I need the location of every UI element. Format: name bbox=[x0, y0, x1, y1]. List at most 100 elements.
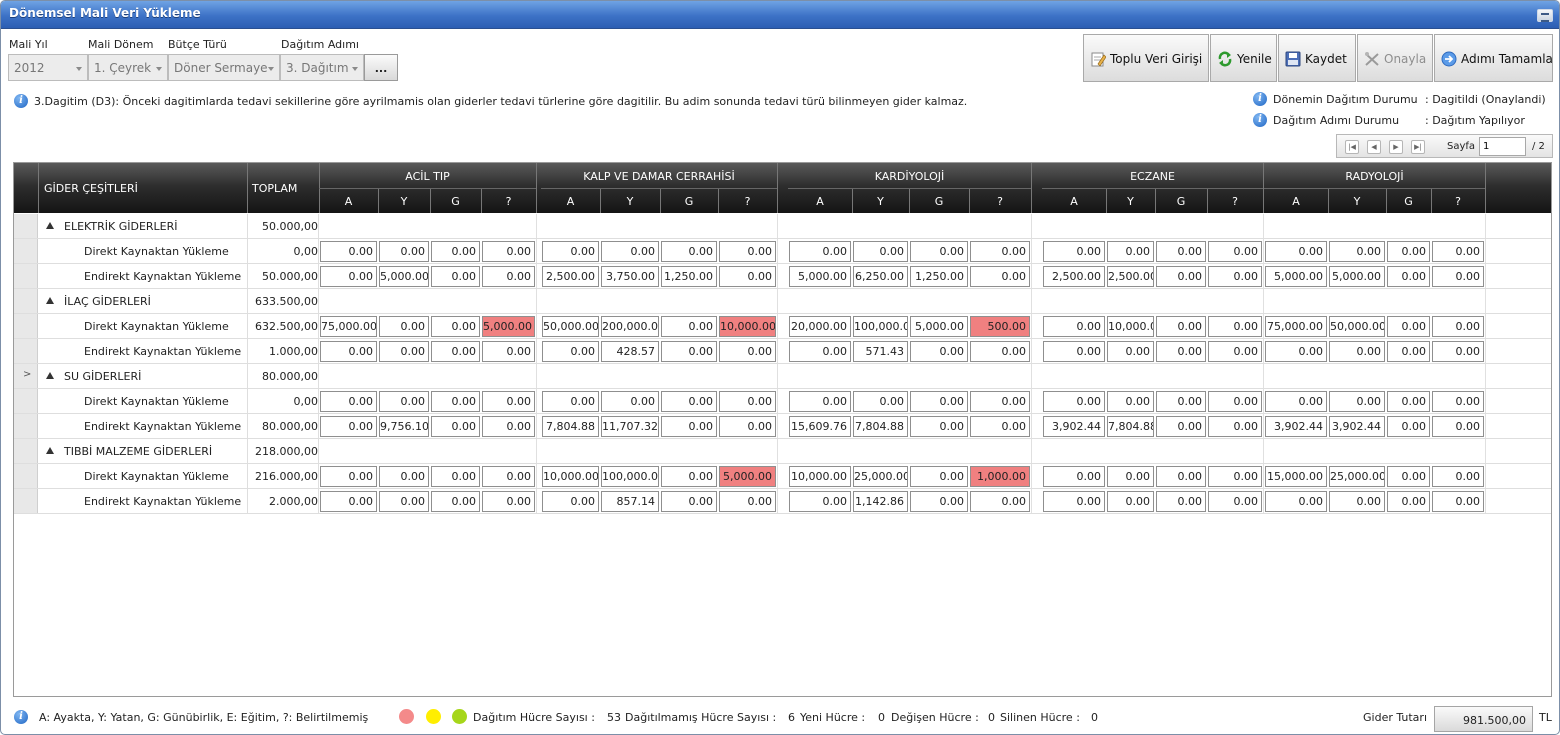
value-cell[interactable]: 0.00 bbox=[719, 391, 776, 412]
value-cell[interactable]: 2,500.00 bbox=[1043, 266, 1105, 287]
value-cell[interactable]: 0.00 bbox=[1156, 466, 1206, 487]
window-menu-button[interactable] bbox=[1537, 9, 1553, 22]
value-cell[interactable]: 0.00 bbox=[1265, 241, 1327, 262]
value-cell[interactable]: 0.00 bbox=[1432, 416, 1484, 437]
value-cell[interactable]: 5,000.00 bbox=[482, 316, 535, 337]
value-cell[interactable]: 0.00 bbox=[482, 416, 535, 437]
value-cell[interactable]: 0.00 bbox=[482, 241, 535, 262]
value-cell[interactable]: 0.00 bbox=[970, 341, 1030, 362]
value-cell[interactable]: 5,000.00 bbox=[789, 266, 851, 287]
row-selector[interactable] bbox=[14, 314, 38, 338]
value-cell[interactable]: 0.00 bbox=[379, 466, 429, 487]
value-cell[interactable]: 0.00 bbox=[482, 466, 535, 487]
value-cell[interactable]: 0.00 bbox=[1107, 341, 1154, 362]
row-selector[interactable] bbox=[14, 414, 38, 438]
value-cell[interactable]: 0.00 bbox=[719, 341, 776, 362]
value-cell[interactable]: 0.00 bbox=[853, 241, 908, 262]
value-cell[interactable]: 200,000.00 bbox=[601, 316, 659, 337]
value-cell[interactable]: 0.00 bbox=[1432, 391, 1484, 412]
value-cell[interactable]: 0.00 bbox=[853, 391, 908, 412]
value-cell[interactable]: 5,000.00 bbox=[1265, 266, 1327, 287]
value-cell[interactable]: 857.14 bbox=[601, 491, 659, 512]
value-cell[interactable]: 0.00 bbox=[789, 341, 851, 362]
value-cell[interactable]: 0.00 bbox=[1208, 391, 1262, 412]
value-cell[interactable]: 10,000.00 bbox=[542, 466, 599, 487]
value-cell[interactable]: 0.00 bbox=[1387, 391, 1430, 412]
value-cell[interactable]: 1,250.00 bbox=[661, 266, 717, 287]
value-cell[interactable]: 11,707.32 bbox=[601, 416, 659, 437]
value-cell[interactable]: 0.00 bbox=[1329, 341, 1385, 362]
value-cell[interactable]: 75,000.00 bbox=[320, 316, 377, 337]
value-cell[interactable]: 0.00 bbox=[542, 391, 599, 412]
value-cell[interactable]: 50,000.00 bbox=[1329, 316, 1385, 337]
value-cell[interactable]: 15,609.76 bbox=[789, 416, 851, 437]
value-cell[interactable]: 3,750.00 bbox=[601, 266, 659, 287]
table-row[interactable]: Direkt Kaynaktan Yükleme 0,00 0.00 0.00 0.00… bbox=[14, 239, 1551, 264]
value-cell[interactable]: 0.00 bbox=[379, 491, 429, 512]
value-cell[interactable]: 0.00 bbox=[320, 491, 377, 512]
value-cell[interactable]: 0.00 bbox=[1208, 341, 1262, 362]
value-cell[interactable]: 428.57 bbox=[601, 341, 659, 362]
value-cell[interactable]: 0.00 bbox=[970, 491, 1030, 512]
value-cell[interactable]: 0.00 bbox=[1156, 416, 1206, 437]
value-cell[interactable]: 0.00 bbox=[910, 391, 968, 412]
value-cell[interactable]: 0.00 bbox=[1156, 316, 1206, 337]
value-cell[interactable]: 0.00 bbox=[1329, 391, 1385, 412]
value-cell[interactable]: 15,000.00 bbox=[1265, 466, 1327, 487]
value-cell[interactable]: 0.00 bbox=[1156, 241, 1206, 262]
value-cell[interactable]: 0.00 bbox=[1432, 241, 1484, 262]
next-page-icon[interactable]: ▶ bbox=[1389, 140, 1403, 154]
value-cell[interactable]: 0.00 bbox=[1432, 341, 1484, 362]
value-cell[interactable]: 10,000.00 bbox=[719, 316, 776, 337]
value-cell[interactable]: 0.00 bbox=[661, 316, 717, 337]
value-cell[interactable]: 75,000.00 bbox=[1265, 316, 1327, 337]
row-selector[interactable] bbox=[14, 464, 38, 488]
collapse-toggle-icon[interactable] bbox=[46, 447, 54, 454]
value-cell[interactable]: 0.00 bbox=[379, 391, 429, 412]
value-cell[interactable]: 20,000.00 bbox=[789, 316, 851, 337]
value-cell[interactable]: 500.00 bbox=[970, 316, 1030, 337]
row-selector[interactable] bbox=[14, 439, 38, 463]
value-cell[interactable]: 0.00 bbox=[379, 316, 429, 337]
value-cell[interactable]: 0.00 bbox=[1043, 391, 1105, 412]
value-cell[interactable]: 0.00 bbox=[1387, 491, 1430, 512]
row-selector[interactable] bbox=[14, 389, 38, 413]
onayla-button[interactable]: Onayla bbox=[1357, 34, 1433, 82]
value-cell[interactable]: 0.00 bbox=[542, 241, 599, 262]
value-cell[interactable]: 50,000.00 bbox=[542, 316, 599, 337]
value-cell[interactable]: 100,000.00 bbox=[601, 466, 659, 487]
value-cell[interactable]: 0.00 bbox=[431, 241, 480, 262]
value-cell[interactable]: 7,804.88 bbox=[542, 416, 599, 437]
value-cell[interactable]: 0.00 bbox=[1156, 491, 1206, 512]
value-cell[interactable]: 0.00 bbox=[1043, 241, 1105, 262]
value-cell[interactable]: 0.00 bbox=[1432, 491, 1484, 512]
value-cell[interactable]: 5,000.00 bbox=[719, 466, 776, 487]
value-cell[interactable]: 0.00 bbox=[970, 266, 1030, 287]
value-cell[interactable]: 0.00 bbox=[661, 341, 717, 362]
value-cell[interactable]: 0.00 bbox=[910, 466, 968, 487]
value-cell[interactable]: 0.00 bbox=[1329, 491, 1385, 512]
row-selector[interactable] bbox=[14, 289, 38, 313]
row-selector[interactable] bbox=[14, 214, 38, 238]
value-cell[interactable]: 0.00 bbox=[970, 391, 1030, 412]
value-cell[interactable]: 0.00 bbox=[1387, 316, 1430, 337]
value-cell[interactable]: 0.00 bbox=[970, 241, 1030, 262]
yenile-button[interactable]: Yenile bbox=[1210, 34, 1277, 82]
value-cell[interactable]: 0.00 bbox=[320, 341, 377, 362]
value-cell[interactable]: 0.00 bbox=[1432, 466, 1484, 487]
adimi-tamamla-button[interactable]: Adımı Tamamla bbox=[1434, 34, 1553, 82]
value-cell[interactable]: 0.00 bbox=[1043, 316, 1105, 337]
dagitim-adimi-select[interactable]: 3. Dağıtım bbox=[280, 54, 364, 81]
value-cell[interactable]: 5,000.00 bbox=[1329, 266, 1385, 287]
value-cell[interactable]: 5,000.00 bbox=[379, 266, 429, 287]
value-cell[interactable]: 0.00 bbox=[1432, 316, 1484, 337]
value-cell[interactable]: 0.00 bbox=[431, 416, 480, 437]
group-row[interactable]: TIBBİ MALZEME GİDERLERİ 218.000,00 bbox=[14, 439, 1551, 464]
value-cell[interactable]: 0.00 bbox=[719, 491, 776, 512]
value-cell[interactable]: 0.00 bbox=[1107, 241, 1154, 262]
value-cell[interactable]: 0.00 bbox=[1265, 341, 1327, 362]
value-cell[interactable]: 3,902.44 bbox=[1329, 416, 1385, 437]
value-cell[interactable]: 0.00 bbox=[910, 416, 968, 437]
collapse-toggle-icon[interactable] bbox=[46, 297, 54, 304]
value-cell[interactable]: 10,000.00 bbox=[789, 466, 851, 487]
